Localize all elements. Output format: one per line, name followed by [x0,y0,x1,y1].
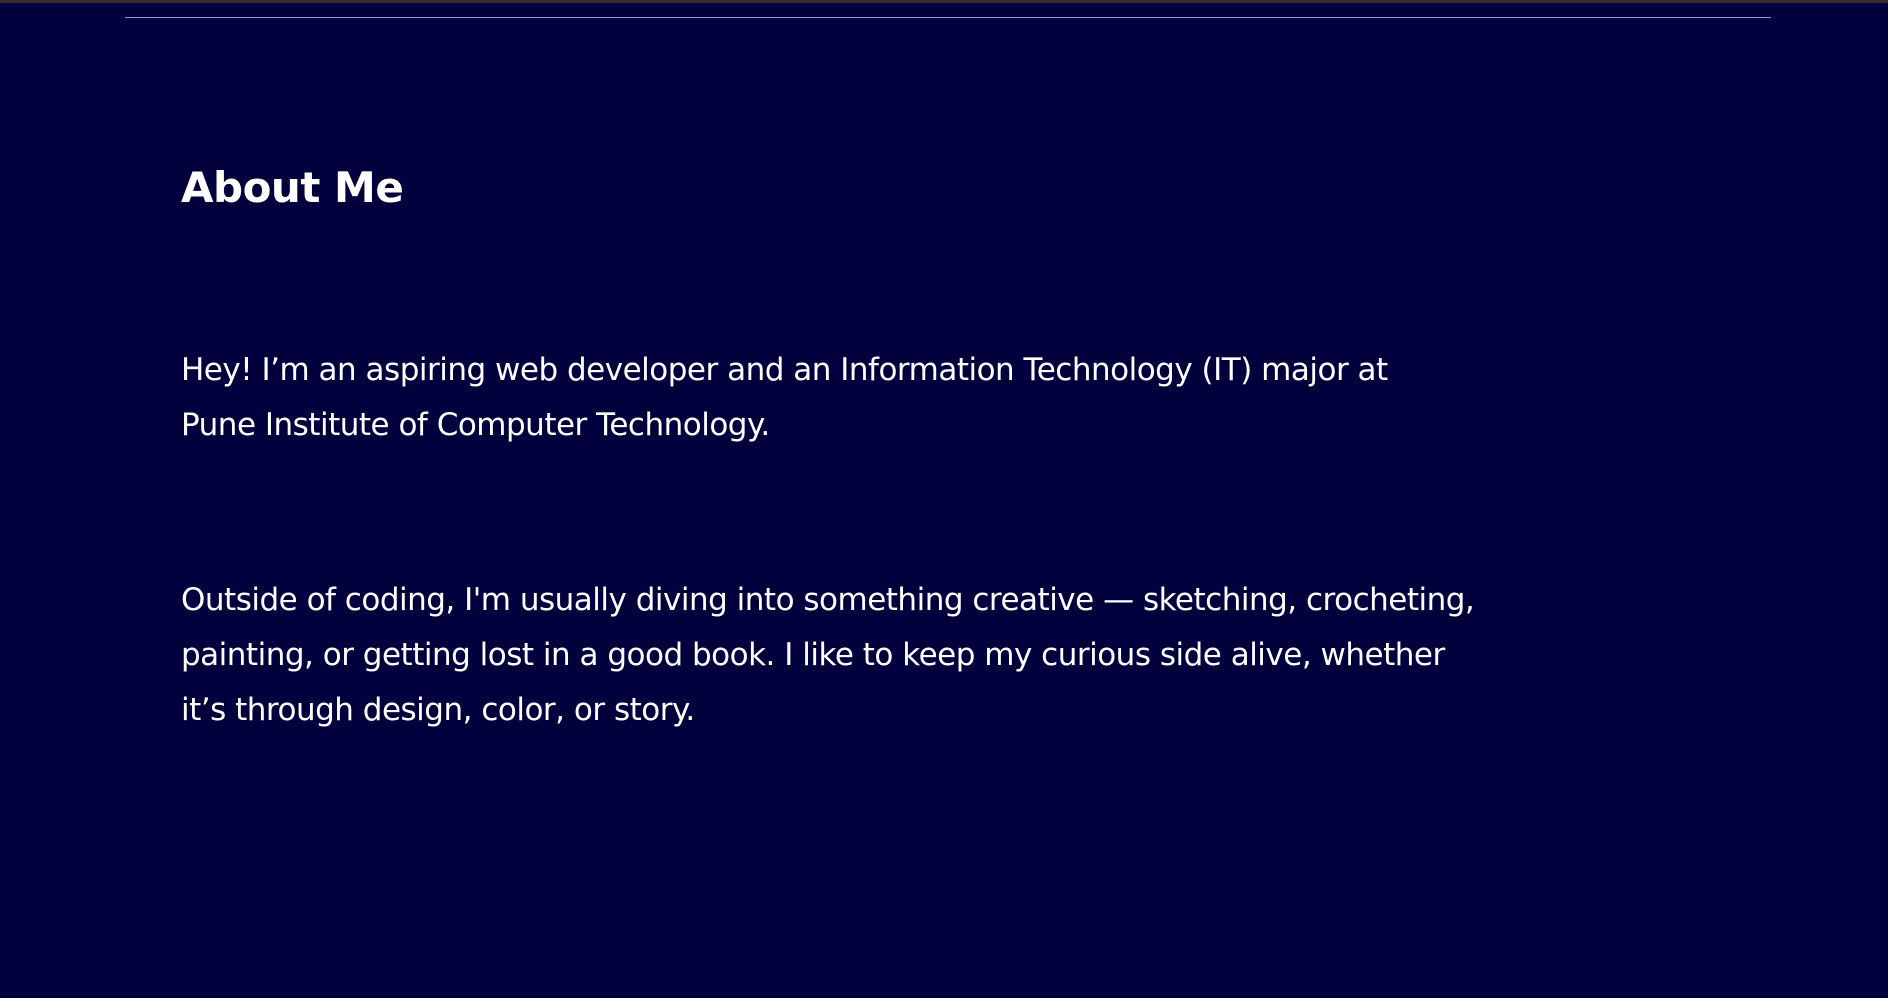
about-paragraph-2-line-3: it’s through design, color, or story. [181,692,695,728]
about-paragraph-2: Outside of coding, I'm usually diving in… [181,573,1711,738]
about-paragraph-1-line-2: Pune Institute of Computer Technology. [181,407,770,443]
top-edge-strip [0,0,1888,3]
about-paragraph-2-line-2: painting, or getting lost in a good book… [181,637,1445,673]
about-paragraph-2-line-1: Outside of coding, I'm usually diving in… [181,582,1475,618]
section-divider [125,17,1771,18]
about-paragraph-1: Hey! I’m an aspiring web developer and a… [181,343,1711,453]
about-title: About Me [181,163,404,212]
about-paragraph-1-line-1: Hey! I’m an aspiring web developer and a… [181,352,1388,388]
about-page: About Me Hey! I’m an aspiring web develo… [0,0,1888,998]
